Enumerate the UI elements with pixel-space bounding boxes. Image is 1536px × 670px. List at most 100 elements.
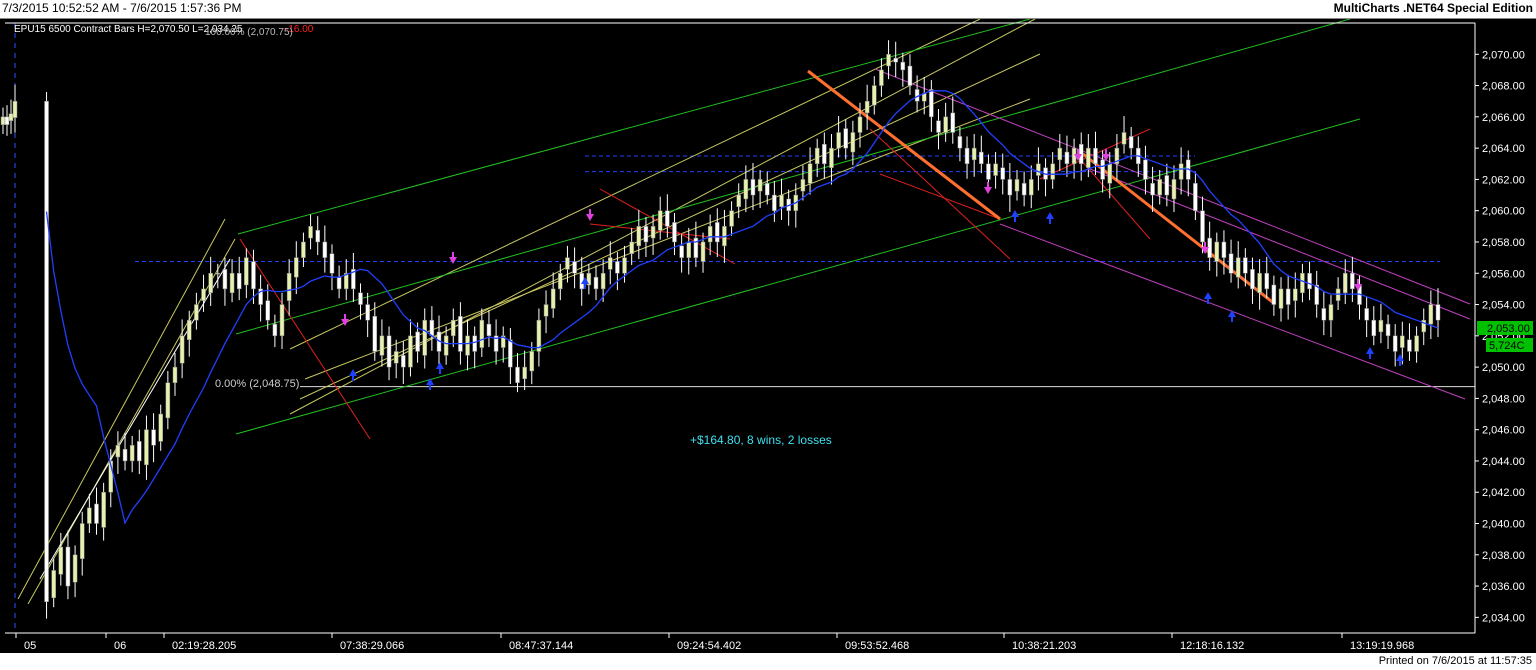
y-tick-label: 2,040.00 (1482, 519, 1525, 531)
candle-body (1007, 179, 1013, 196)
candle-body (8, 113, 14, 122)
candle-body (65, 546, 71, 587)
candle-body (643, 226, 649, 243)
printed-timestamp: Printed on 7/6/2015 at 11:57:35 (1378, 655, 1532, 667)
candle-body (900, 61, 906, 71)
candle-body (829, 147, 834, 168)
x-tick-label: 13:19:19.968 (1350, 640, 1414, 652)
candle-body (558, 273, 563, 290)
candle-body (165, 382, 171, 419)
candle-body (101, 491, 106, 528)
candle-body (515, 366, 520, 383)
candle-body (543, 304, 549, 317)
candle-body (465, 335, 470, 356)
y-tick-label: 2,064.00 (1482, 143, 1525, 155)
candle-body (1021, 183, 1027, 196)
candle-body (1328, 304, 1334, 321)
y-tick-label: 2,070.00 (1482, 49, 1525, 61)
y-tick-label: 2,038.00 (1482, 550, 1525, 562)
date-range: 7/3/2015 10:52:52 AM - 7/6/2015 1:57:36 … (2, 1, 242, 15)
candle-body (929, 89, 934, 118)
candle-body (1364, 308, 1369, 321)
candle-body (315, 229, 320, 243)
candle-body (365, 304, 370, 321)
candle-body (1414, 335, 1419, 352)
y-tick-label: 2,050.00 (1482, 362, 1525, 374)
candle-body (615, 261, 620, 274)
candle-body (272, 323, 278, 337)
candle-body (593, 276, 599, 290)
candle-body (907, 65, 913, 86)
candle-body (379, 335, 385, 356)
y-tick-label: 2,046.00 (1482, 425, 1525, 437)
candle-body (129, 445, 135, 462)
candle-body (94, 503, 99, 524)
candle-body (79, 523, 85, 559)
last-price-label: 2,053.00 (1487, 323, 1530, 335)
candle-body (814, 147, 820, 165)
candle-body (137, 441, 142, 462)
candle-body (957, 136, 963, 149)
candle-body (279, 304, 285, 337)
price-chart[interactable]: 2,034.00 2,036.00 2,038.00 2,040.00 2,042.00… (0, 19, 1536, 653)
candle-body (1029, 179, 1034, 196)
y-tick-label: 2,054.00 (1482, 300, 1525, 312)
candle-body (336, 276, 342, 290)
candle-body (222, 269, 228, 290)
performance-annotation: +$164.80, 8 wins, 2 losses (690, 433, 832, 447)
candle-body (729, 210, 734, 227)
candle-body (51, 570, 56, 599)
candle-body (122, 448, 128, 462)
candle-body (1385, 323, 1391, 337)
candle-body (1264, 273, 1269, 290)
candle-body (87, 507, 92, 524)
candle-body (1371, 319, 1377, 337)
candle-body (707, 226, 713, 243)
candle-body (12, 100, 18, 118)
candle-body (265, 300, 270, 321)
candle-body (857, 116, 863, 133)
candle-body (1243, 257, 1248, 274)
candle-body (408, 335, 413, 368)
candle-body (201, 288, 206, 301)
candle-body (4, 116, 10, 125)
candle-body (1128, 136, 1134, 149)
candle-body (700, 241, 706, 262)
candle-body (72, 554, 78, 583)
chart-background (0, 19, 1536, 653)
candle-body (872, 85, 877, 106)
y-tick-label: 2,042.00 (1482, 487, 1525, 499)
y-tick-label: 2,036.00 (1482, 581, 1525, 593)
candle-body (665, 210, 670, 227)
candle-body (757, 179, 763, 192)
candle-body (843, 128, 848, 149)
candle-body (1428, 304, 1434, 325)
candle-body (294, 257, 299, 278)
candle-body (800, 179, 806, 192)
candle-body (565, 257, 570, 270)
y-tick-label: 2,058.00 (1482, 237, 1525, 249)
candle-body (979, 151, 984, 165)
candle-body (144, 429, 149, 466)
candle-body (1171, 179, 1177, 200)
candle-body (1335, 288, 1341, 301)
candle-body (479, 319, 485, 348)
y-tick-label: 2,044.00 (1482, 456, 1525, 468)
candle-body (1100, 159, 1105, 180)
y-tick-label: 2,034.00 (1482, 612, 1525, 624)
candle-body (172, 366, 178, 383)
candle-body (1307, 273, 1312, 290)
candle-body (879, 69, 884, 86)
candle-body (158, 413, 163, 442)
candle-body (322, 241, 328, 258)
candle-body (657, 210, 663, 231)
candle-body (736, 194, 741, 208)
candle-body (1200, 210, 1205, 243)
candle-body (1121, 132, 1127, 145)
candle-body (1221, 241, 1227, 258)
candle-body (893, 57, 898, 63)
candle-body (750, 179, 756, 196)
candle-body (443, 335, 449, 356)
candle-body (1392, 335, 1398, 352)
candle-body (1107, 163, 1113, 184)
